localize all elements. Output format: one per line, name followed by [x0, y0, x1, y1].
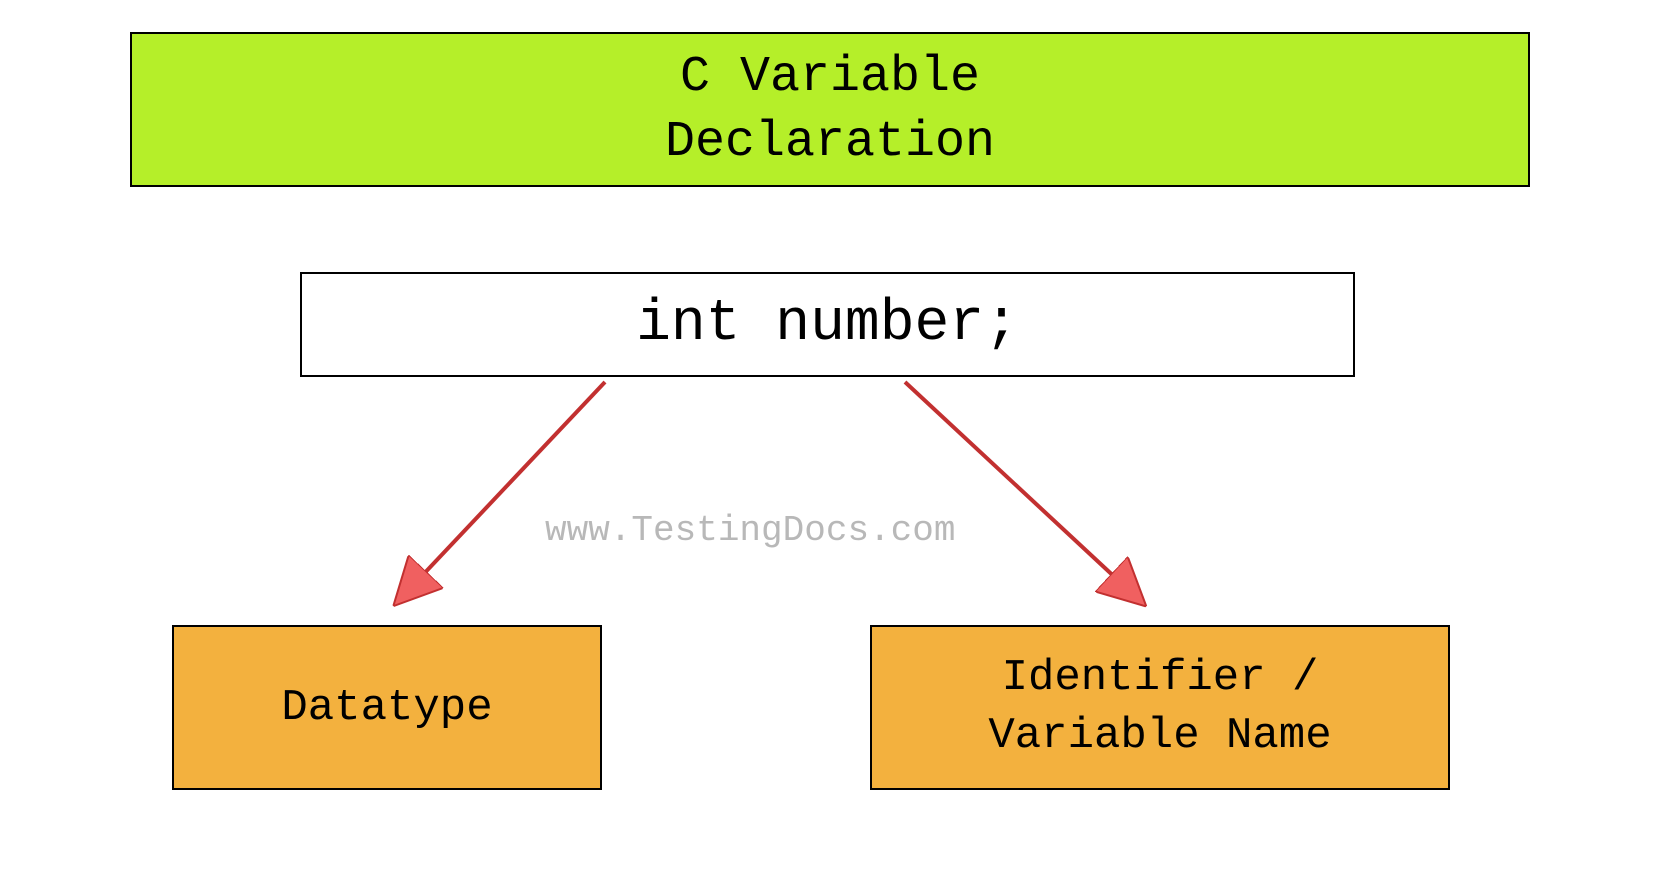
datatype-box: Datatype — [172, 625, 602, 790]
code-text: int number; — [636, 292, 1019, 357]
title-box: C Variable Declaration — [130, 32, 1530, 187]
identifier-line1: Identifier / — [1002, 650, 1319, 707]
identifier-box: Identifier / Variable Name — [870, 625, 1450, 790]
title-line2: Declaration — [665, 110, 995, 175]
watermark: www.TestingDocs.com — [545, 510, 955, 551]
identifier-line2: Variable Name — [988, 708, 1331, 765]
code-declaration: int number; — [300, 272, 1355, 377]
datatype-label: Datatype — [281, 683, 492, 733]
title-line1: C Variable — [680, 45, 980, 110]
